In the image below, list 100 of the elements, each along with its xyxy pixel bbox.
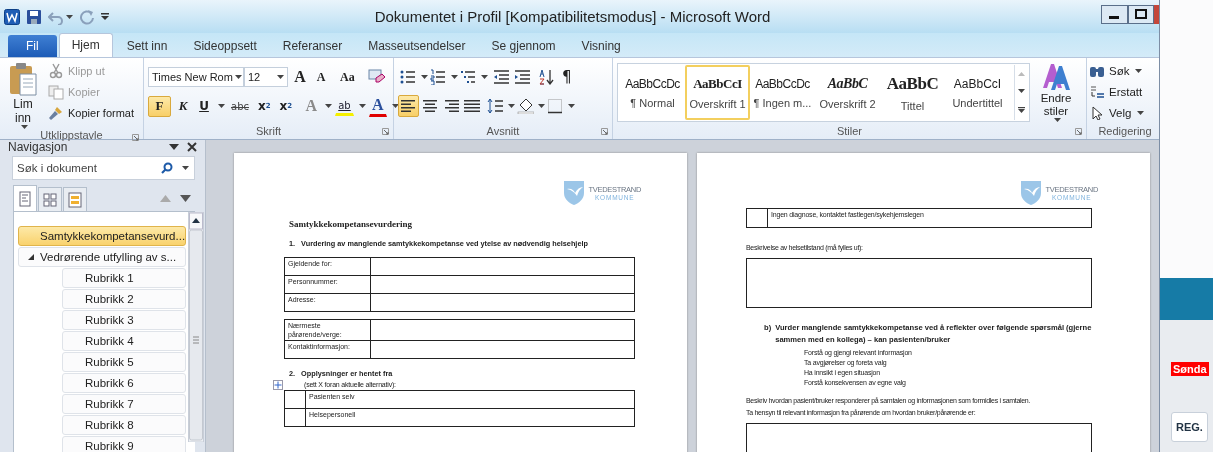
command-button[interactable]: Kopier format	[48, 104, 135, 121]
heading-item[interactable]: Rubrikk 2	[62, 289, 187, 309]
change-styles-button[interactable]: Endre stiler	[1036, 62, 1076, 122]
caret-icon	[1137, 110, 1145, 115]
scrollbar[interactable]	[188, 212, 205, 442]
shrink-font-button[interactable]: A	[312, 66, 330, 88]
numbering-icon	[430, 69, 447, 85]
ribbon-tab[interactable]: Se gjennom	[479, 35, 568, 57]
caret-icon	[481, 75, 488, 79]
change-case-button[interactable]: Aa	[337, 66, 358, 88]
reg-button[interactable]: REG.	[1171, 412, 1208, 442]
sort-icon	[538, 69, 555, 85]
heading-item[interactable]: Rubrikk 6	[62, 373, 187, 393]
ribbon-tab[interactable]: Visning	[569, 35, 633, 57]
ribbon-tab[interactable]: Sideoppsett	[181, 35, 269, 57]
save-icon[interactable]	[26, 8, 42, 25]
pages-view-tab[interactable]	[38, 187, 62, 211]
multilevel-list-icon	[460, 69, 477, 85]
style-preview: AaBbCcI	[693, 75, 742, 92]
replace-icon	[1089, 84, 1105, 99]
style-item[interactable]: AaBbCcI Overskrift 1	[685, 65, 750, 120]
style-label: Undertittel	[952, 96, 1003, 109]
group-label: Skrift	[255, 125, 282, 137]
bullets-icon	[400, 69, 417, 85]
scroll-up-icon	[1017, 71, 1025, 76]
caret-icon	[325, 104, 333, 108]
styles-letters-icon	[1041, 62, 1071, 92]
font-size-field[interactable]: 12	[244, 67, 288, 87]
file-tab[interactable]: Fil	[8, 35, 57, 57]
style-item[interactable]: AaBbC Overskrift 2	[815, 65, 880, 120]
show-formatting-button[interactable]: ¶	[560, 66, 574, 88]
replace-button[interactable]: Erstatt	[1089, 83, 1145, 100]
heading-item[interactable]: Rubrikk 7	[62, 394, 187, 414]
style-label: ¶ Normal	[630, 96, 675, 109]
italic-button[interactable]: K	[174, 95, 192, 117]
eraser-icon	[367, 69, 386, 85]
pane-menu-icon[interactable]	[169, 144, 179, 150]
ribbon-tab[interactable]: Hjem	[58, 33, 113, 57]
style-item[interactable]: AaBbCcDc ¶ Normal	[620, 65, 685, 120]
style-preview: AaBbC	[886, 73, 939, 94]
dialog-launcher-icon[interactable]	[382, 128, 389, 135]
heading-item[interactable]: Rubrikk 8	[62, 415, 187, 435]
search-field[interactable]: Søk i dokument	[12, 156, 195, 180]
expand-icon	[28, 254, 34, 260]
font-color-button[interactable]: A	[368, 95, 387, 117]
document-title: Samtykkekompetansevurdering	[289, 219, 413, 229]
highlight-button[interactable]: ab	[335, 96, 354, 116]
heading-item[interactable]: Rubrikk 1	[62, 268, 187, 288]
select-button[interactable]: Velg	[1089, 104, 1145, 121]
style-item[interactable]: AaBbCcDc ¶ Ingen m...	[750, 65, 815, 120]
dialog-launcher-icon[interactable]	[1075, 128, 1082, 135]
caret-icon	[218, 104, 225, 108]
list-icon	[67, 191, 83, 208]
heading-item[interactable]: Rubrikk 3	[62, 310, 187, 330]
header-band	[1160, 278, 1213, 320]
scroll-down-icon	[1017, 89, 1025, 94]
heading-item[interactable]: Samtykkekompetansevurd...	[18, 226, 187, 246]
ribbon-tab[interactable]: Referanser	[270, 35, 355, 57]
bold-button[interactable]: F	[148, 95, 171, 117]
document-icon	[4, 8, 20, 25]
heading-item[interactable]: Vedrørende utfylling av s...	[18, 247, 187, 267]
ribbon-tab[interactable]: Masseutsendelser	[356, 35, 478, 57]
maximize-button[interactable]	[1128, 5, 1154, 24]
ribbon-tab[interactable]: Sett inn	[114, 35, 180, 57]
caret-icon	[568, 104, 575, 108]
dialog-launcher-icon[interactable]	[601, 128, 608, 135]
superscript-button[interactable]: x$^{2}$	[276, 95, 296, 117]
next-icon[interactable]	[180, 195, 191, 202]
line-spacing-icon	[487, 98, 504, 114]
minimize-button[interactable]	[1101, 5, 1128, 24]
document-icon	[17, 190, 33, 207]
grow-font-button[interactable]: A	[291, 66, 309, 88]
customize-icon[interactable]	[101, 12, 109, 21]
caret-icon	[234, 75, 242, 79]
pointer-icon	[1089, 105, 1105, 120]
group-label: Redigering	[1098, 125, 1152, 137]
align-left-button[interactable]	[398, 95, 419, 117]
move-handle-icon[interactable]	[273, 380, 283, 390]
gallery-scroll-bar[interactable]	[1014, 65, 1027, 120]
caret-icon	[508, 104, 515, 108]
find-button[interactable]: Søk	[1089, 62, 1145, 79]
strikethrough-button[interactable]: abc	[228, 95, 252, 117]
style-item[interactable]: AaBbC Tittel	[880, 65, 945, 120]
paste-button[interactable]: Lim inn	[4, 62, 42, 129]
heading-item[interactable]: Rubrikk 9	[62, 436, 187, 452]
heading-item[interactable]: Rubrikk 5	[62, 352, 187, 372]
shield-bird-icon	[1020, 180, 1043, 206]
font-name-field[interactable]: Times New Rom	[148, 67, 244, 87]
close-icon[interactable]	[187, 142, 197, 152]
style-label: Overskrift 1	[689, 97, 746, 110]
dialog-launcher-icon[interactable]	[132, 134, 139, 141]
pane-title: Navigasjon	[8, 140, 68, 154]
style-preview: AaBbC	[827, 75, 868, 92]
heading-item[interactable]: Rubrikk 4	[62, 331, 187, 351]
day-badge: Sønda	[1171, 362, 1209, 376]
style-preview: AaBbCcI	[953, 76, 1002, 91]
window-title: Dokumentet i Profil [Kompatibilitetsmodus] - Microsoft Word	[373, 8, 772, 25]
style-item[interactable]: AaBbCcI Undertittel	[945, 65, 1010, 120]
group-label: Stiler	[836, 125, 863, 137]
underline-button[interactable]: U	[195, 95, 213, 117]
